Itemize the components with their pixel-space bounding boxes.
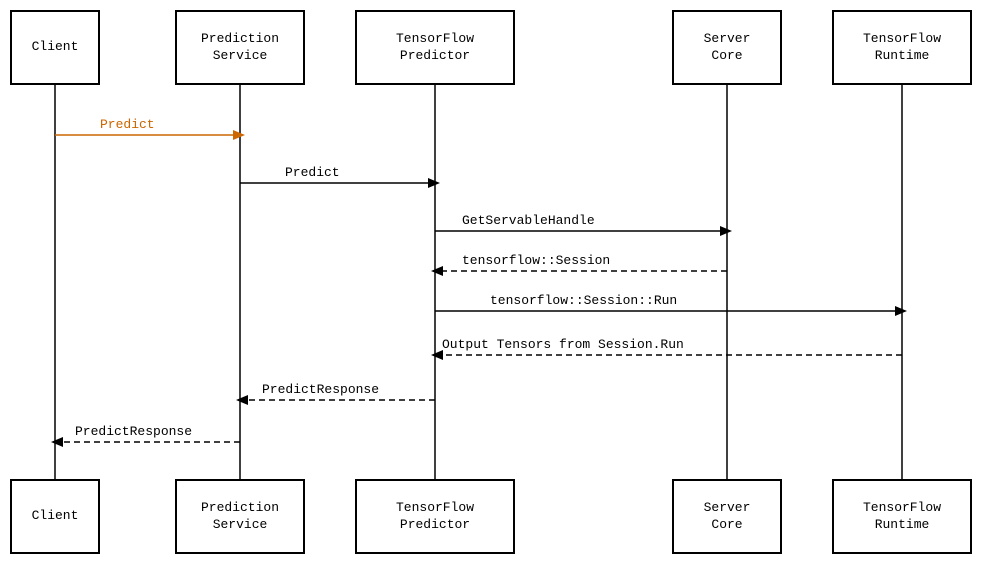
actor-tensorflow-predictor-bottom: TensorFlow Predictor [355, 479, 515, 554]
svg-text:PredictResponse: PredictResponse [75, 424, 192, 439]
svg-text:PredictResponse: PredictResponse [262, 382, 379, 397]
svg-text:Output Tensors from Session.Ru: Output Tensors from Session.Run [442, 337, 684, 352]
actor-tensorflow-runtime-top: TensorFlowRuntime [832, 10, 972, 85]
svg-text:tensorflow::Session: tensorflow::Session [462, 253, 610, 268]
actor-client-top: Client [10, 10, 100, 85]
svg-text:Predict: Predict [100, 117, 155, 132]
actor-server-core-top: ServerCore [672, 10, 782, 85]
actor-prediction-service-bottom: PredictionService [175, 479, 305, 554]
svg-text:tensorflow::Session::Run: tensorflow::Session::Run [490, 293, 677, 308]
actor-tensorflow-predictor-top: TensorFlow Predictor [355, 10, 515, 85]
actor-client-bottom: Client [10, 479, 100, 554]
sequence-diagram: Predict Predict GetServableHandle tensor… [0, 0, 984, 567]
actor-prediction-service-top: PredictionService [175, 10, 305, 85]
actor-server-core-bottom: ServerCore [672, 479, 782, 554]
svg-text:GetServableHandle: GetServableHandle [462, 213, 595, 228]
actor-tensorflow-runtime-bottom: TensorFlowRuntime [832, 479, 972, 554]
svg-text:Predict: Predict [285, 165, 340, 180]
